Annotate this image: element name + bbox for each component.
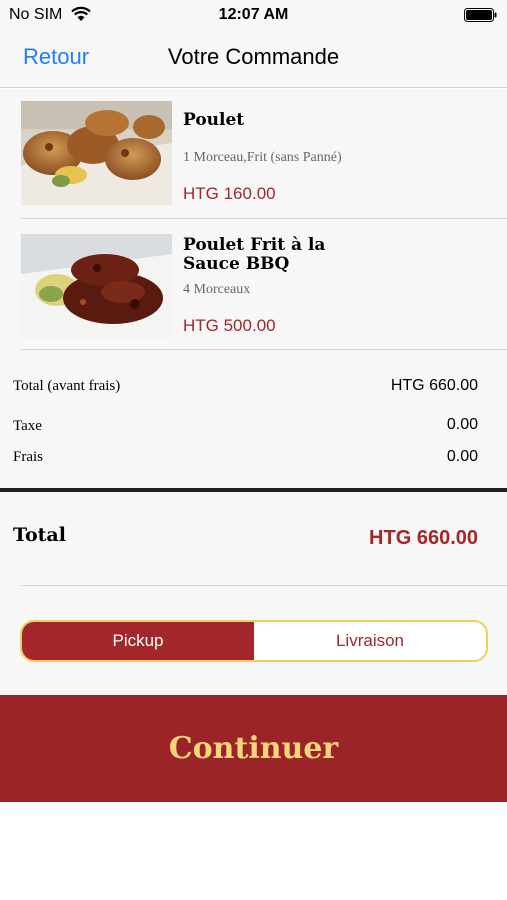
delivery-segment[interactable]: Livraison <box>254 622 486 660</box>
item-price: HTG 160.00 <box>183 184 276 203</box>
section-divider <box>0 488 507 492</box>
order-content: Poulet 1 Morceau,Frit (sans Panné) HTG 1… <box>0 89 507 695</box>
back-button[interactable]: Retour <box>23 44 89 70</box>
divider <box>21 585 507 586</box>
order-screen: No SIM 12:07 AM Votre Commande Retour Po… <box>0 0 507 900</box>
order-item[interactable]: Poulet 1 Morceau,Frit (sans Panné) HTG 1… <box>21 89 507 219</box>
tax-value: 0.00 <box>446 416 478 433</box>
status-bar: No SIM 12:07 AM <box>0 0 507 30</box>
subtotal-value: HTG 660.00 <box>390 377 478 394</box>
item-description: 4 Morceaux <box>183 282 251 297</box>
tax-label: Taxe <box>13 418 42 434</box>
bbq-chicken-photo <box>21 234 172 338</box>
item-description: 1 Morceau,Frit (sans Panné) <box>183 150 342 165</box>
delivery-mode-selector[interactable]: Pickup Livraison <box>20 620 488 662</box>
item-price: HTG 500.00 <box>183 316 276 335</box>
total-label: Total <box>13 524 66 546</box>
clock: 12:07 AM <box>218 6 289 23</box>
order-item[interactable]: Poulet Frit à la Sauce BBQ 4 Morceaux HT… <box>21 220 507 350</box>
navigation-bar: Votre Commande Retour <box>0 30 507 88</box>
fees-value: 0.00 <box>446 448 478 465</box>
continue-label: Continuer <box>168 731 339 766</box>
pickup-segment[interactable]: Pickup <box>22 622 254 660</box>
continue-button[interactable]: Continuer <box>0 695 507 802</box>
battery-icon <box>464 8 497 22</box>
item-name: Poulet <box>183 110 245 130</box>
total-value: HTG 660.00 <box>369 527 478 549</box>
fried-chicken-photo <box>21 101 172 205</box>
subtotal-label: Total (avant frais) <box>13 378 121 394</box>
fees-label: Frais <box>13 449 43 465</box>
item-name: Poulet Frit à la Sauce BBQ <box>183 235 326 274</box>
